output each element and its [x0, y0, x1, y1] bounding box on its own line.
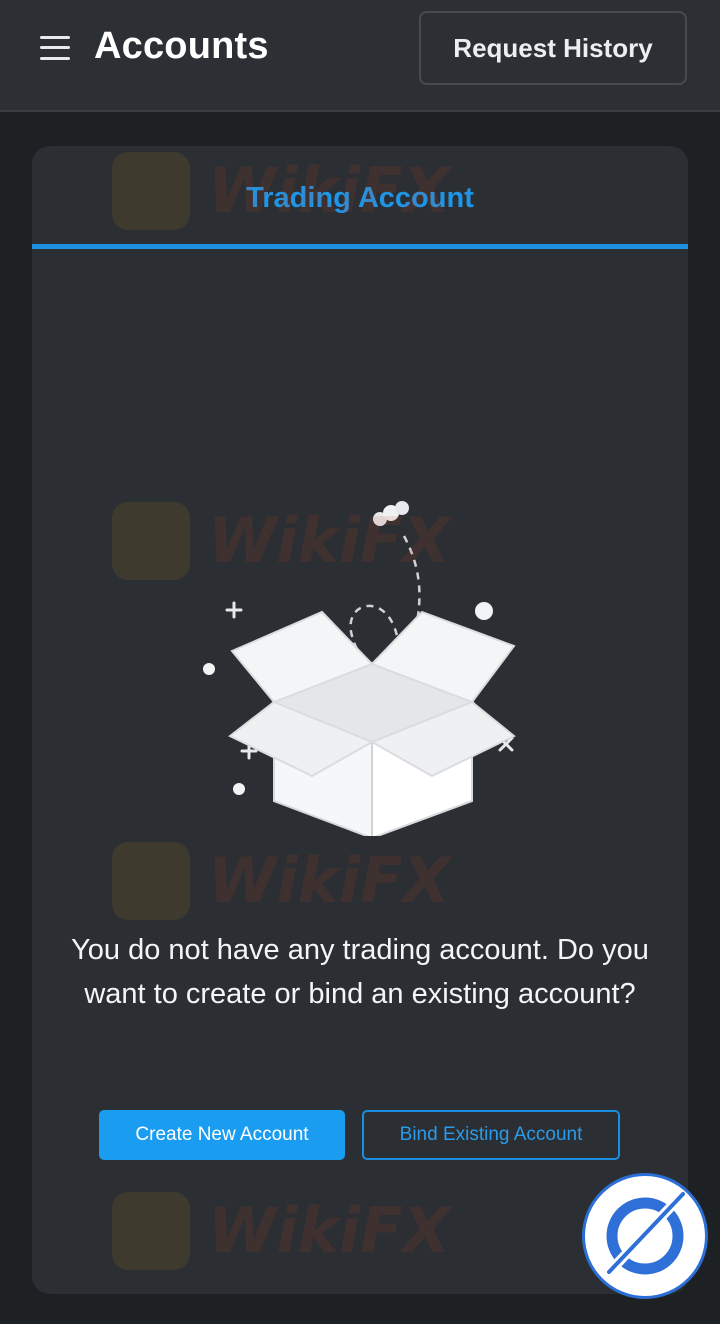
app-header: Accounts Request History [0, 0, 720, 112]
trading-account-card: Trading Account You do not have any trad… [32, 146, 688, 1294]
tab-active-indicator [32, 244, 688, 249]
bind-existing-account-button[interactable]: Bind Existing Account [362, 1110, 620, 1160]
floating-action-button[interactable] [585, 1176, 705, 1296]
empty-state-message: You do not have any trading account. Do … [71, 934, 649, 1010]
hamburger-menu-icon[interactable] [40, 34, 70, 62]
page-title: Accounts [94, 25, 269, 67]
tab-trading-account[interactable]: Trading Account [32, 146, 688, 250]
empty-box-icon [203, 501, 516, 836]
request-history-button[interactable]: Request History [419, 11, 687, 85]
accounts-page: Accounts Request History Trading Account [0, 0, 720, 1324]
wikifx-logo-icon [606, 1191, 686, 1275]
create-new-account-button[interactable]: Create New Account [99, 1110, 345, 1160]
